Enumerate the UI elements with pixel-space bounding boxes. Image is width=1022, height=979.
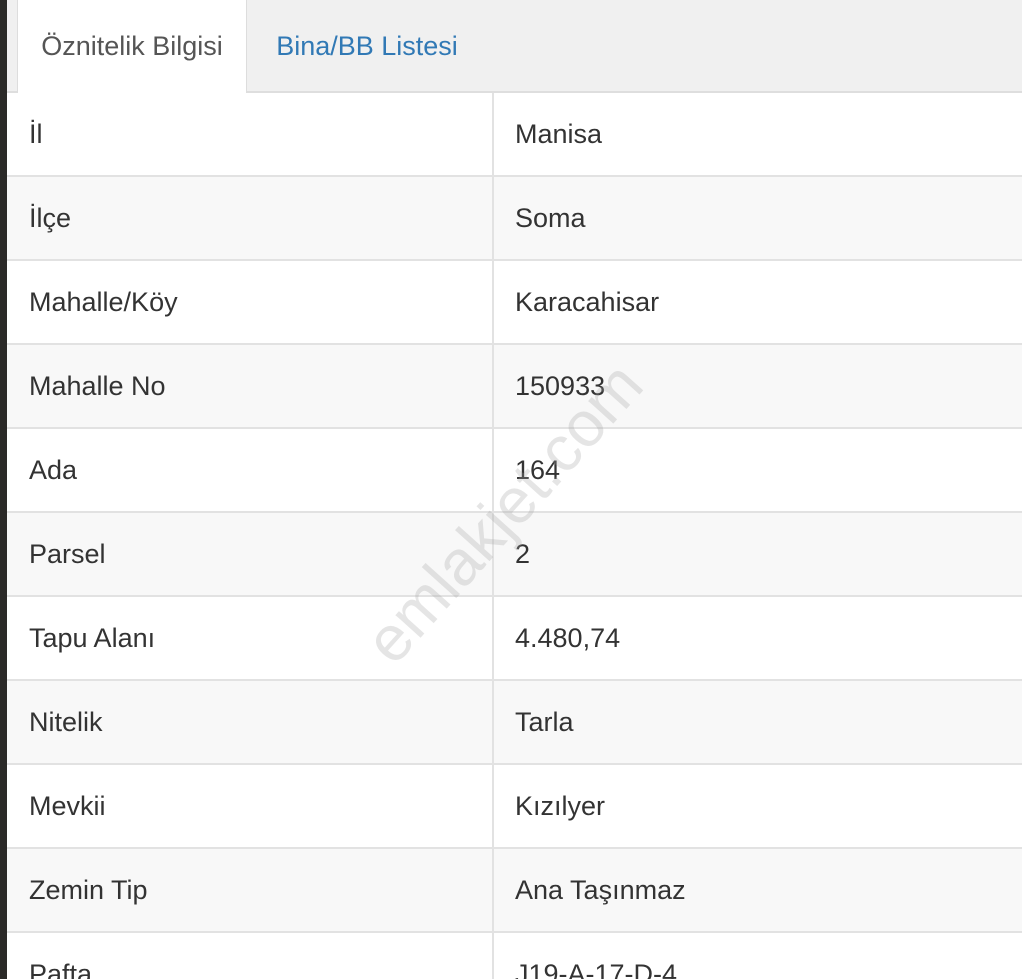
row-value: Karacahisar [515, 287, 660, 317]
row-key: Parsel [29, 539, 106, 569]
column-divider [492, 429, 494, 513]
row-key: Mahalle No [29, 371, 166, 401]
column-divider [492, 177, 494, 261]
row-key: Zemin Tip [29, 875, 148, 905]
row-key: Pafta [29, 959, 93, 979]
row-key: Mahalle/Köy [29, 287, 178, 317]
row-value: 150933 [515, 371, 606, 401]
row-key: Tapu Alanı [29, 623, 156, 653]
tab-bar: Öznitelik Bilgisi Bina/BB Listesi [7, 0, 1022, 93]
row-key: Mevkii [29, 791, 106, 821]
row-value: Soma [515, 203, 586, 233]
row-value: Manisa [515, 119, 603, 149]
table-row: Nitelik Tarla [7, 681, 1022, 765]
table-row: İl Manisa [7, 93, 1022, 177]
column-divider [492, 597, 494, 681]
table-row: Zemin Tip Ana Taşınmaz [7, 849, 1022, 933]
row-key: Nitelik [29, 707, 103, 737]
row-value: 4.480,74 [515, 623, 621, 653]
row-key: İlçe [29, 203, 72, 233]
row-value: Ana Taşınmaz [515, 875, 686, 905]
table-row: Pafta J19-A-17-D-4 [7, 933, 1022, 979]
row-key: İl [29, 119, 43, 149]
row-value: Kızılyer [515, 791, 606, 821]
row-value: 164 [515, 455, 561, 485]
table-row: Parsel 2 [7, 513, 1022, 597]
table-row: Mevkii Kızılyer [7, 765, 1022, 849]
column-divider [492, 849, 494, 933]
table-row: Ada 164 [7, 429, 1022, 513]
column-divider [492, 933, 494, 979]
attribute-panel: Öznitelik Bilgisi Bina/BB Listesi İl Man… [7, 0, 1022, 979]
row-value: J19-A-17-D-4 [515, 959, 678, 979]
column-divider [492, 513, 494, 597]
column-divider [492, 261, 494, 345]
column-divider [492, 345, 494, 429]
tab-attribute-info[interactable]: Öznitelik Bilgisi [17, 0, 247, 93]
tab-building-list[interactable]: Bina/BB Listesi [257, 0, 477, 92]
table-row: Mahalle/Köy Karacahisar [7, 261, 1022, 345]
column-divider [492, 765, 494, 849]
table-row: Tapu Alanı 4.480,74 [7, 597, 1022, 681]
table-row: Mahalle No 150933 [7, 345, 1022, 429]
column-divider [492, 93, 494, 177]
table-row: İlçe Soma [7, 177, 1022, 261]
row-value: Tarla [515, 707, 574, 737]
attribute-table: İl Manisa İlçe Soma Mahalle/Köy Karacahi… [7, 93, 1022, 979]
row-key: Ada [29, 455, 78, 485]
row-value: 2 [515, 539, 531, 569]
column-divider [492, 681, 494, 765]
